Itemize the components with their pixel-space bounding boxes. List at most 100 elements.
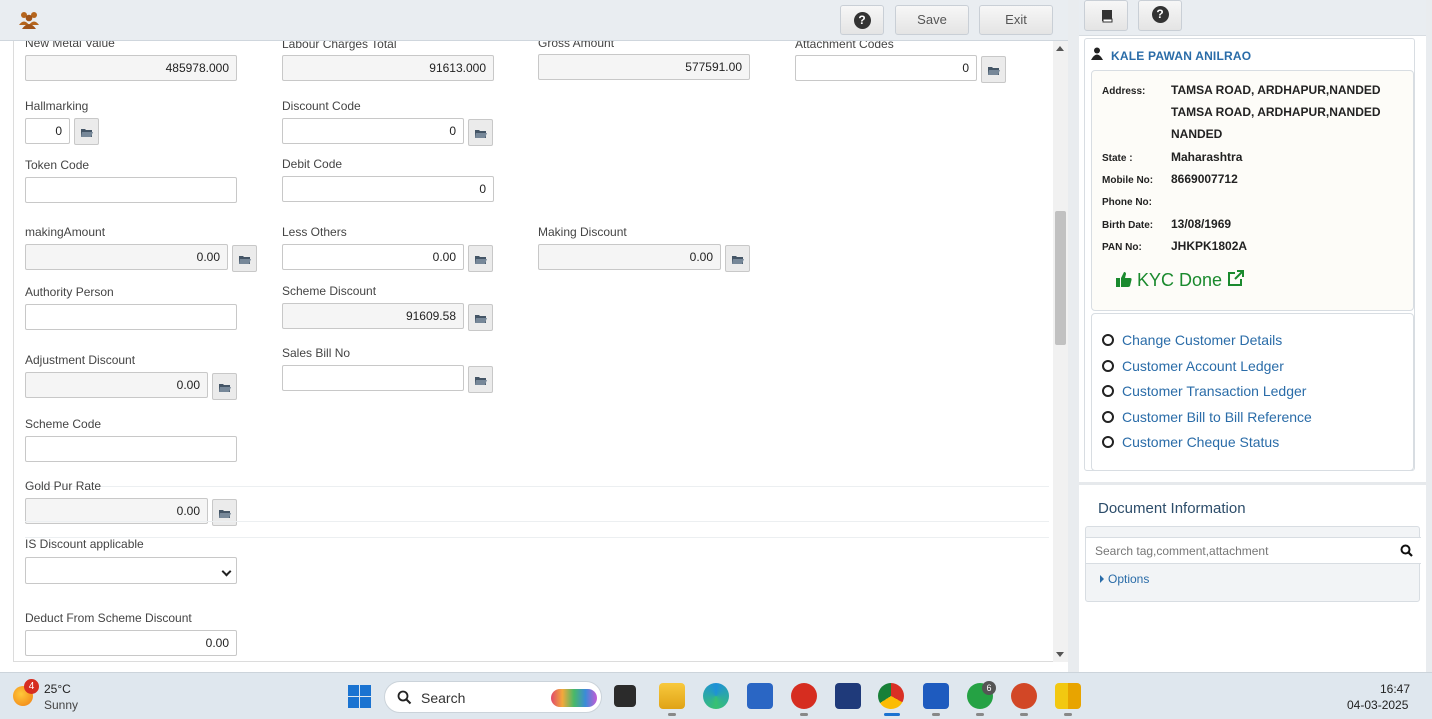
document-search-placeholder: Search tag,comment,attachment [1095,544,1269,558]
folder-open-icon [475,256,487,264]
edge-browser-icon[interactable] [703,683,729,709]
scheme-discount-label: Scheme Discount [282,284,377,298]
sales-bill-no-lookup-button[interactable] [468,366,493,393]
scheme-discount-lookup-button[interactable] [468,304,493,331]
clock-date[interactable]: 04-03-2025 [1347,698,1408,712]
weather-condition[interactable]: Sunny [44,698,78,712]
adjustment-discount-field[interactable]: 0.00 [25,372,208,398]
word-icon[interactable] [923,683,949,709]
power-bi-icon[interactable] [1055,683,1081,709]
debit-code-field[interactable]: 0 [282,176,494,202]
help-button[interactable]: ? [840,5,884,35]
making-amount-field[interactable]: 0.00 [25,244,228,270]
scroll-down-arrow-icon[interactable] [1056,652,1064,657]
running-indicator [1020,713,1028,716]
deduct-from-scheme-discount-field[interactable]: 0.00 [25,630,237,656]
token-code-field[interactable] [25,177,237,203]
folder-open-icon [219,510,231,518]
birth-date-label: Birth Date: [1102,220,1154,231]
link-label: Change Customer Details [1122,332,1283,348]
is-discount-applicable-label: IS Discount applicable [25,537,144,551]
customer-info-box: Address: TAMSA ROAD, ARDHAPUR,NANDED TAM… [1091,70,1414,311]
hallmarking-lookup-button[interactable] [74,118,99,145]
side-help-button[interactable]: ? [1138,0,1182,31]
options-toggle[interactable]: Options [1100,572,1149,586]
attachment-codes-lookup-button[interactable] [981,56,1006,83]
state-value: Maharashtra [1171,150,1243,164]
task-view-icon[interactable] [614,685,636,707]
scroll-thumb[interactable] [1055,211,1066,345]
running-indicator [668,713,676,716]
new-metal-value-field[interactable]: 485978.000 [25,55,237,81]
is-discount-applicable-select[interactable] [25,557,237,584]
microsoft-store-icon[interactable] [747,683,773,709]
sales-bill-no-label: Sales Bill No [282,346,351,360]
wps-office-icon[interactable] [791,683,817,709]
hallmarking-field[interactable]: 0 [25,118,70,144]
scheme-code-field[interactable] [25,436,237,462]
weather-temperature[interactable]: 25°C [44,682,71,696]
section-divider [25,521,1049,522]
chrome-browser-icon[interactable] [878,683,904,709]
attachment-codes-label: Attachment Codes [795,41,894,51]
scroll-up-arrow-icon[interactable] [1056,46,1064,51]
pan-value: JHKPK1802A [1171,239,1248,253]
attachment-codes-field[interactable]: 0 [795,55,977,81]
customer-transaction-ledger-link[interactable]: Customer Transaction Ledger [1102,383,1306,399]
less-others-lookup-button[interactable] [468,245,493,272]
folder-open-icon [475,377,487,385]
circle-icon [1102,334,1114,346]
form-scrollbar[interactable] [1053,41,1068,662]
adjustment-discount-lookup-button[interactable] [212,373,237,400]
folder-open-icon [239,256,251,264]
customer-account-ledger-link[interactable]: Customer Account Ledger [1102,358,1284,374]
folder-open-icon [988,67,1000,75]
making-discount-lookup-button[interactable] [725,245,750,272]
address-label: Address: [1102,86,1146,97]
running-indicator [932,713,940,716]
exit-button[interactable]: Exit [979,5,1053,35]
question-circle-icon: ? [853,12,871,29]
phone-label: Phone No: [1102,197,1152,208]
authority-person-label: Authority Person [25,285,114,299]
change-customer-details-link[interactable]: Change Customer Details [1102,332,1282,348]
link-label: Customer Account Ledger [1122,358,1284,374]
customer-bill-to-bill-reference-link[interactable]: Customer Bill to Bill Reference [1102,409,1312,425]
windows-start-button[interactable] [348,685,371,708]
making-discount-label: Making Discount [538,225,627,239]
parking-app-icon[interactable] [835,683,861,709]
file-explorer-icon[interactable] [659,683,685,709]
address-line-1: TAMSA ROAD, ARDHAPUR,NANDED [1171,83,1381,97]
book-button[interactable] [1084,0,1128,31]
customer-name: KALE PAWAN ANILRAO [1111,49,1252,63]
circle-icon [1102,385,1114,397]
scheme-code-label: Scheme Code [25,417,102,431]
document-information-title: Document Information [1098,500,1246,517]
discount-code-lookup-button[interactable] [468,119,493,146]
pan-label: PAN No: [1102,242,1142,253]
kyc-status-text: KYC Done [1137,270,1223,290]
question-circle-icon: ? [1151,6,1169,23]
powerpoint-icon[interactable] [1011,683,1037,709]
customer-cheque-status-link[interactable]: Customer Cheque Status [1102,434,1279,450]
discount-code-field[interactable]: 0 [282,118,464,144]
making-discount-field[interactable]: 0.00 [538,244,721,270]
authority-person-field[interactable] [25,304,237,330]
gross-amount-field[interactable]: 577591.00 [538,54,750,80]
search-icon[interactable] [1400,544,1413,557]
hallmarking-label: Hallmarking [25,99,89,113]
less-others-field[interactable]: 0.00 [282,244,464,270]
taskbar-search-box[interactable]: Search [384,681,602,713]
save-button[interactable]: Save [895,5,969,35]
making-amount-lookup-button[interactable] [232,245,257,272]
document-search-input[interactable]: Search tag,comment,attachment [1086,537,1421,564]
labour-charges-total-field[interactable]: 91613.000 [282,55,494,81]
user-icon [1091,47,1103,60]
scheme-discount-field[interactable]: 91609.58 [282,303,464,329]
sales-bill-no-field[interactable] [282,365,464,391]
clock-time[interactable]: 16:47 [1380,682,1410,696]
section-divider [25,537,1049,538]
circle-icon [1102,436,1114,448]
kyc-status-link[interactable]: KYC Done [1116,270,1245,291]
birth-date-value: 13/08/1969 [1171,217,1232,231]
